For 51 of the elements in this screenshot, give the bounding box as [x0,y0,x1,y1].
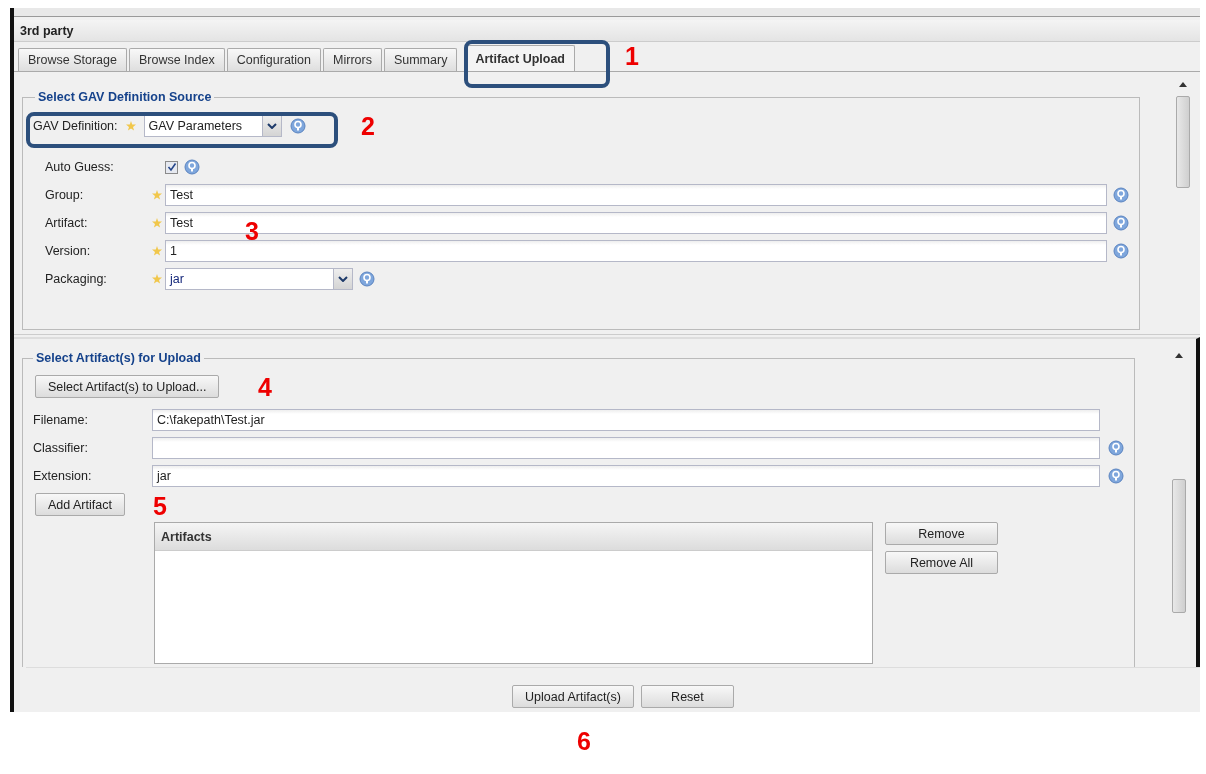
help-icon[interactable] [359,271,375,287]
field-label: Packaging: [45,272,108,286]
checkmark-icon [166,162,177,172]
callout-number: 2 [361,112,375,141]
footer-button[interactable]: Upload Artifact(s) [512,685,634,708]
help-icon[interactable] [184,159,200,175]
tab[interactable]: Configuration [226,48,322,71]
text-field[interactable] [152,437,1100,459]
field-label: Filename: [33,413,89,427]
tab[interactable]: Browse Index [128,48,225,71]
text-field[interactable]: Test [165,184,1107,206]
help-icon[interactable] [1113,215,1129,231]
column-header[interactable]: Artifacts [155,523,872,551]
footer-button[interactable]: Reset [640,685,734,708]
field-label: GAV Definition: [33,119,118,133]
field-label: Classifier: [33,441,89,455]
help-icon[interactable] [1113,243,1129,259]
tab[interactable]: Mirrors [323,48,382,71]
text-field[interactable]: 1 [165,240,1107,262]
add-artifact-button[interactable]: Add Artifact [35,493,125,516]
scroll-up-arrow-icon[interactable] [1179,82,1187,87]
callout-number: 5 [153,492,167,521]
packaging-dropdown[interactable]: jar [165,268,353,290]
text-field[interactable]: C:\fakepath\Test.jar [152,409,1100,431]
field-label: Extension: [33,469,93,483]
tab[interactable]: Artifact Upload [465,45,575,71]
field-label: Group: [45,188,85,202]
caret-icon [338,276,348,282]
help-icon[interactable] [1108,468,1124,484]
callout-number: 1 [625,42,639,71]
tab[interactable]: Summary [383,48,458,71]
text-field[interactable]: jar [152,465,1100,487]
tab[interactable]: Browse Storage [18,48,127,71]
field-label: Artifact: [45,216,89,230]
caret-icon [266,123,277,129]
section-title: Select Artifact(s) for Upload [35,351,202,365]
remove-button[interactable]: Remove All [885,551,998,574]
field-label: Version: [45,244,92,258]
field-label: Auto Guess: [45,160,115,174]
gav-definition-dropdown[interactable]: GAV Parameters [143,115,282,137]
scroll-up-arrow-icon[interactable] [1175,353,1183,358]
help-icon[interactable] [1113,187,1129,203]
callout-number: 6 [577,727,591,756]
panel-title: 3rd party [14,20,1200,42]
remove-button[interactable]: Remove [885,522,998,545]
help-icon[interactable] [1108,440,1124,456]
help-icon[interactable] [289,118,306,134]
callout-number: 4 [258,373,272,402]
select-artifacts-button[interactable]: Select Artifact(s) to Upload... [35,375,220,398]
auto-guess-checkbox[interactable] [165,160,178,174]
section-title: Select GAV Definition Source [37,90,213,104]
